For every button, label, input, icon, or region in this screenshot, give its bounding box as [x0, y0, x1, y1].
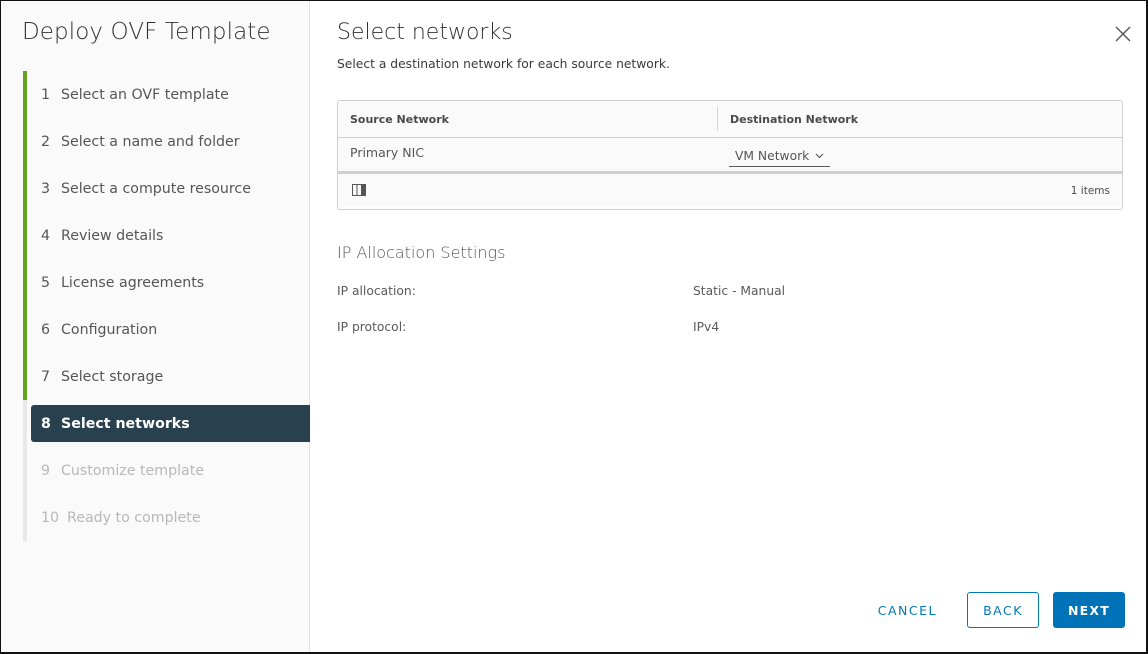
grid-header: Source Network Destination Network	[338, 101, 1122, 138]
deploy-ovf-dialog: Deploy OVF Template 1 Select an OVF temp…	[0, 0, 1148, 654]
column-toggle-button[interactable]	[352, 181, 366, 200]
network-mapping-grid: Source Network Destination Network Prima…	[337, 100, 1123, 210]
destination-network-cell: VM Network	[718, 138, 831, 171]
step-number: 10	[41, 509, 60, 526]
page-title: Select networks	[337, 20, 513, 45]
destination-network-select[interactable]: VM Network	[729, 149, 831, 167]
destination-network-value: VM Network	[735, 149, 810, 163]
back-button[interactable]: BACK	[967, 592, 1039, 628]
step-number: 7	[41, 368, 51, 385]
step-label: Ready to complete	[67, 509, 201, 526]
step-number: 4	[41, 227, 51, 244]
source-network-cell: Primary NIC	[350, 145, 425, 160]
step-select-networks[interactable]: 8 Select networks	[23, 400, 310, 447]
step-label: Review details	[61, 227, 164, 244]
step-number: 5	[41, 274, 51, 291]
step-label: Select a name and folder	[61, 133, 240, 150]
step-label: Select a compute resource	[61, 180, 251, 197]
step-number: 6	[41, 321, 51, 338]
ip-allocation-value: Static - Manual	[693, 284, 786, 298]
step-review-details[interactable]: 4 Review details	[23, 212, 310, 259]
step-number: 9	[41, 462, 51, 479]
step-label: License agreements	[61, 274, 205, 291]
wizard-content: Select networks Select a destination net…	[310, 1, 1146, 652]
step-select-name-folder[interactable]: 2 Select a name and folder	[23, 118, 310, 165]
cancel-button[interactable]: CANCEL	[862, 592, 953, 628]
table-row: Primary NIC VM Network	[338, 138, 1122, 174]
wizard-footer: CANCEL BACK NEXT	[862, 592, 1125, 628]
step-number: 1	[41, 86, 51, 103]
step-select-ovf-template[interactable]: 1 Select an OVF template	[23, 71, 310, 118]
wizard-title: Deploy OVF Template	[22, 19, 271, 45]
step-number: 2	[41, 133, 51, 150]
step-select-storage[interactable]: 7 Select storage	[23, 353, 310, 400]
step-number: 3	[41, 180, 51, 197]
column-header-source-network[interactable]: Source Network	[338, 101, 717, 137]
page-subtitle: Select a destination network for each so…	[337, 57, 670, 71]
step-ready-to-complete: 10 Ready to complete	[23, 494, 310, 541]
grid-item-count: 1 items	[1070, 184, 1110, 197]
chevron-down-icon	[815, 153, 824, 159]
grid-footer: 1 items	[338, 174, 1122, 207]
step-label: Select an OVF template	[61, 86, 229, 103]
column-header-destination-network[interactable]: Destination Network	[718, 113, 858, 126]
wizard-sidebar: Deploy OVF Template 1 Select an OVF temp…	[1, 1, 310, 652]
step-label: Select storage	[61, 368, 164, 385]
step-label: Customize template	[61, 462, 205, 479]
step-label: Select networks	[61, 415, 190, 432]
step-customize-template: 9 Customize template	[23, 447, 310, 494]
ip-allocation-settings-title: IP Allocation Settings	[337, 243, 506, 262]
step-select-compute-resource[interactable]: 3 Select a compute resource	[23, 165, 310, 212]
next-button[interactable]: NEXT	[1053, 592, 1125, 628]
step-license-agreements[interactable]: 5 License agreements	[23, 259, 310, 306]
close-icon	[1115, 26, 1131, 42]
wizard-steps: 1 Select an OVF template 2 Select a name…	[23, 71, 310, 541]
close-button[interactable]	[1114, 25, 1132, 43]
step-number: 8	[41, 415, 51, 432]
step-label: Configuration	[61, 321, 158, 338]
ip-protocol-value: IPv4	[693, 320, 720, 334]
column-toggle-icon	[352, 184, 366, 196]
ip-allocation-label: IP allocation:	[337, 284, 416, 298]
ip-protocol-label: IP protocol:	[337, 320, 407, 334]
step-configuration[interactable]: 6 Configuration	[23, 306, 310, 353]
